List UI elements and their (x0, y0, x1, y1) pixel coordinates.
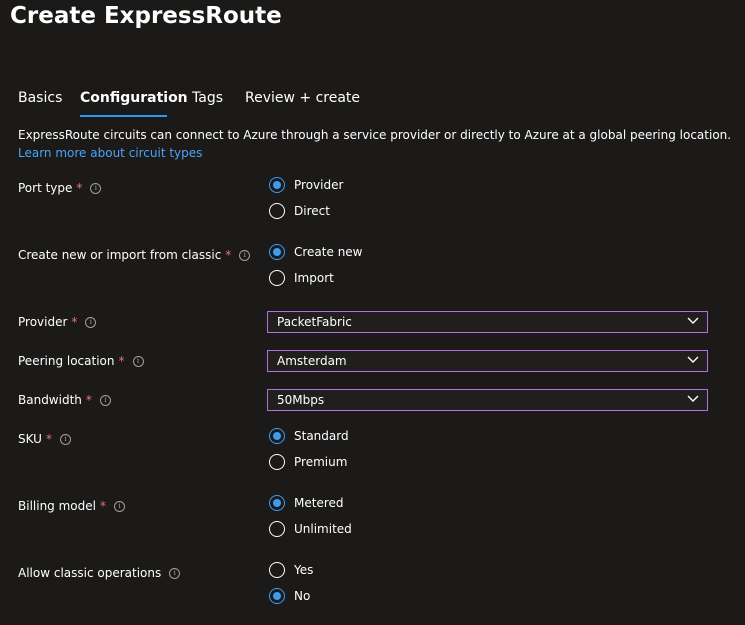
radio-direct[interactable]: Direct (269, 203, 330, 219)
info-icon[interactable]: i (132, 355, 144, 367)
more-options-icon[interactable]: ··· (258, 6, 273, 21)
radio-label: Unlimited (294, 522, 352, 536)
radio-selected-icon (269, 428, 285, 444)
radio-unselected-icon (269, 521, 285, 537)
provider-dropdown[interactable]: PacketFabric (267, 311, 708, 333)
tab-basics[interactable]: Basics (18, 90, 62, 106)
bandwidth-dropdown[interactable]: 50Mbps (267, 389, 708, 411)
radio-selected-icon (269, 588, 285, 604)
radio-unselected-icon (269, 454, 285, 470)
radio-no[interactable]: No (269, 588, 310, 604)
peering-location-dropdown[interactable]: Amsterdam (267, 350, 708, 372)
radio-selected-icon (269, 495, 285, 511)
provider-label: Provider * i (18, 315, 97, 329)
radio-label: Yes (294, 563, 314, 577)
info-icon[interactable]: i (85, 316, 97, 328)
provider-label-text: Provider (18, 315, 68, 329)
required-marker: * (76, 181, 83, 195)
peering-location-value: Amsterdam (277, 354, 347, 368)
chevron-down-icon (687, 356, 699, 363)
radio-import[interactable]: Import (269, 270, 334, 286)
radio-metered[interactable]: Metered (269, 495, 344, 511)
radio-label: Create new (294, 245, 363, 259)
allow-classic-label: Allow classic operations i (18, 566, 181, 580)
bandwidth-label-text: Bandwidth (18, 393, 82, 407)
chevron-down-icon (687, 317, 699, 324)
required-marker: * (85, 393, 92, 407)
info-icon[interactable]: i (239, 249, 251, 261)
info-icon[interactable]: i (169, 567, 181, 579)
radio-label: Import (294, 271, 334, 285)
info-icon[interactable]: i (59, 433, 71, 445)
tab-tags[interactable]: Tags (192, 90, 223, 106)
tab-configuration[interactable]: Configuration (80, 90, 188, 106)
chevron-down-icon (687, 395, 699, 402)
radio-unselected-icon (269, 203, 285, 219)
allow-classic-label-text: Allow classic operations (18, 566, 162, 580)
required-marker: * (45, 432, 52, 446)
port-type-label-text: Port type (18, 181, 73, 195)
tab-review-create[interactable]: Review + create (245, 90, 360, 106)
billing-model-label: Billing model * i (18, 499, 125, 513)
radio-label: Standard (294, 429, 349, 443)
active-tab-indicator (80, 115, 167, 117)
peering-location-label-text: Peering location (18, 354, 115, 368)
sku-label-text: SKU (18, 432, 42, 446)
radio-selected-icon (269, 244, 285, 260)
provider-value: PacketFabric (277, 315, 352, 329)
billing-model-label-text: Billing model (18, 499, 96, 513)
radio-unselected-icon (269, 270, 285, 286)
info-icon[interactable]: i (99, 394, 111, 406)
required-marker: * (71, 315, 78, 329)
radio-label: Direct (294, 204, 330, 218)
bandwidth-value: 50Mbps (277, 393, 325, 407)
radio-label: Premium (294, 455, 348, 469)
radio-selected-icon (269, 177, 285, 193)
required-marker: * (99, 499, 106, 513)
description-text: ExpressRoute circuits can connect to Azu… (18, 128, 732, 142)
radio-provider[interactable]: Provider (269, 177, 343, 193)
radio-unselected-icon (269, 562, 285, 578)
radio-label: Metered (294, 496, 344, 510)
info-icon[interactable]: i (90, 182, 102, 194)
create-new-label-text: Create new or import from classic (18, 248, 222, 262)
create-new-label: Create new or import from classic * i (18, 248, 251, 262)
info-icon[interactable]: i (113, 500, 125, 512)
learn-more-link[interactable]: Learn more about circuit types (18, 146, 202, 160)
peering-location-label: Peering location * i (18, 354, 144, 368)
required-marker: * (225, 248, 232, 262)
required-marker: * (118, 354, 125, 368)
radio-unlimited[interactable]: Unlimited (269, 521, 352, 537)
bandwidth-label: Bandwidth * i (18, 393, 111, 407)
sku-label: SKU * i (18, 432, 71, 446)
radio-label: No (294, 589, 311, 603)
radio-premium[interactable]: Premium (269, 454, 347, 470)
radio-standard[interactable]: Standard (269, 428, 349, 444)
radio-yes[interactable]: Yes (269, 562, 313, 578)
radio-label: Provider (294, 178, 344, 192)
port-type-label: Port type * i (18, 181, 102, 195)
radio-create-new[interactable]: Create new (269, 244, 363, 260)
page-title: Create ExpressRoute (10, 3, 282, 29)
